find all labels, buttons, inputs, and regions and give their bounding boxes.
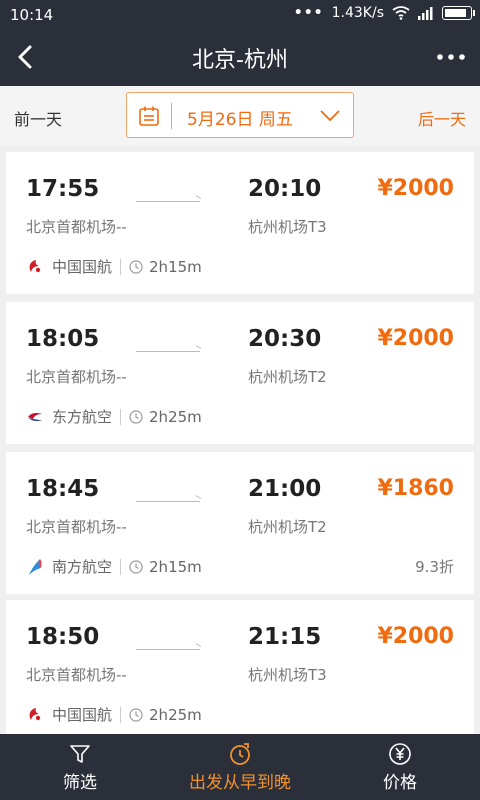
flight-duration: 2h25m [149,705,202,724]
discount-label: 9.3折 [415,558,454,576]
flight-card[interactable]: 18:05 20:30 ¥2000 北京首都机场-- 杭州机场T2 东方航空 2… [6,302,474,444]
flight-list[interactable]: 17:55 20:10 ¥2000 北京首都机场-- 杭州机场T3 中国国航 2… [0,146,480,734]
arrival-airport: 杭州机场T2 [248,518,327,536]
signal-icon [418,7,433,20]
date-picker[interactable]: 5月26日 周五 [126,92,354,138]
prev-day-button[interactable]: 前一天 [14,106,62,130]
airline-name: 东方航空 [52,408,113,426]
arrival-time: 21:00 [248,476,322,502]
clock-icon [129,559,143,574]
flight-duration: 2h15m [149,257,202,276]
departure-time: 18:50 [26,624,100,650]
notification-dots: ••• [293,5,324,21]
filter-icon [70,745,90,763]
clock-icon [129,259,143,274]
route-line [136,351,200,352]
selected-date: 5月26日 周五 [187,110,293,130]
tab-departure-sort-label: 出发从早到晚 [189,773,291,793]
flight-meta: 东方航空 2h25m [26,406,202,427]
air-china-logo-icon [29,259,41,272]
departure-airport: 北京首都机场-- [26,368,127,386]
nav-bar: 北京-杭州 [0,30,480,86]
wifi-icon [392,6,410,20]
arrival-airport: 杭州机场T3 [248,218,327,236]
price: ¥2000 [377,326,454,351]
airline-name: 中国国航 [52,258,113,276]
meta-divider [120,408,122,425]
airline-name: 中国国航 [52,706,113,724]
tab-departure-sort[interactable]: 出发从早到晚 [160,734,320,800]
battery-fill [445,9,466,17]
arrival-airport: 杭州机场T2 [248,368,327,386]
tab-price-label: 价格 [383,773,417,793]
calendar-icon [139,106,159,126]
flight-card[interactable]: 18:45 21:00 ¥1860 北京首都机场-- 杭州机场T2 南方航空 2… [6,452,474,594]
clock-icon [129,707,143,722]
arrival-time: 21:15 [248,624,322,650]
flight-meta: 中国国航 2h25m [26,704,202,725]
flight-card[interactable]: 18:50 21:15 ¥2000 北京首都机场-- 杭州机场T3 中国国航 2… [6,600,474,734]
price: ¥2000 [377,176,454,201]
chevron-down-icon [320,110,340,122]
departure-time: 17:55 [26,176,100,202]
air-china-logo-icon [29,707,41,720]
bottom-tab-bar: 筛选 出发从早到晚 价格 [0,734,480,800]
price: ¥1860 [377,476,454,501]
arrival-time: 20:10 [248,176,322,202]
meta-divider [120,558,122,575]
china-eastern-logo-icon [28,412,42,421]
clock-icon [129,409,143,424]
network-speed: 1.43K/s [331,5,384,21]
china-southern-logo-icon [29,558,42,575]
flight-duration: 2h15m [149,557,202,576]
status-time: 10:14 [10,6,54,24]
arrival-time: 20:30 [248,326,322,352]
flight-meta: 南方航空 2h15m [26,556,202,577]
yuan-icon [389,743,411,765]
departure-time: 18:45 [26,476,100,502]
next-day-button[interactable]: 后一天 [418,106,466,130]
status-right: ••• 1.43K/s [293,5,475,21]
departure-airport: 北京首都机场-- [26,218,127,236]
route-line [136,649,200,650]
status-bar: 10:14 ••• 1.43K/s [0,0,480,30]
flight-card[interactable]: 17:55 20:10 ¥2000 北京首都机场-- 杭州机场T3 中国国航 2… [6,152,474,294]
flight-duration: 2h25m [149,407,202,426]
arrival-airport: 杭州机场T3 [248,666,327,684]
airline-name: 南方航空 [52,558,113,576]
tab-price[interactable]: 价格 [320,734,480,800]
departure-time: 18:05 [26,326,100,352]
clock-sort-icon [230,743,250,765]
price: ¥2000 [377,624,454,649]
date-bar: 前一天 5月26日 周五 后一天 [0,86,480,146]
flight-meta: 中国国航 2h15m [26,256,202,277]
battery-icon [442,6,475,20]
route-line [136,201,200,202]
route-line [136,501,200,502]
page-title: 北京-杭州 [192,48,288,73]
date-divider [171,103,172,129]
more-icon[interactable] [434,42,468,72]
tab-filter-label: 筛选 [63,773,97,793]
meta-divider [120,706,122,723]
departure-airport: 北京首都机场-- [26,518,127,536]
tab-filter[interactable]: 筛选 [0,734,160,800]
meta-divider [120,258,122,275]
departure-airport: 北京首都机场-- [26,666,127,684]
